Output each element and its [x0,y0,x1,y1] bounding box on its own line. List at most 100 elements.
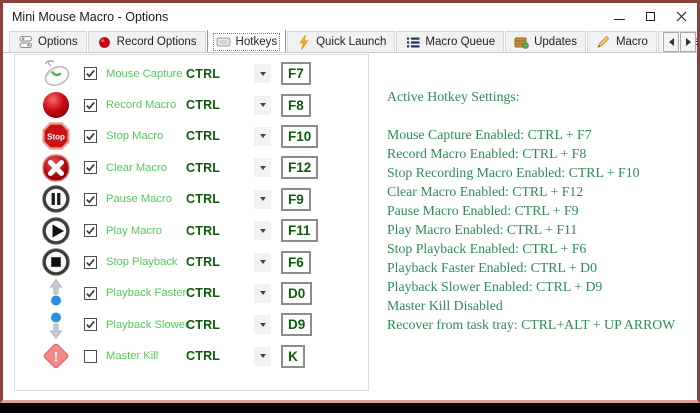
tab-options[interactable]: Options [9,31,87,52]
hotkey-row-play-macro: Play MacroCTRLF11 [15,215,368,246]
hotkey-key-field[interactable]: F6 [281,251,311,274]
record-macro-icon [28,90,84,120]
clear-macro-checkbox[interactable] [84,161,97,174]
modifier-value: CTRL [186,129,254,143]
record-macro-checkbox[interactable] [84,99,97,112]
tab-label: Macro Queue [425,36,495,48]
modifier-value: CTRL [186,318,254,332]
tab-inner: Updates [512,34,579,50]
svg-text:Stop: Stop [47,133,65,142]
hotkey-row-playback-faster: Playback FasterCTRLD0 [15,278,368,309]
summary-lines: Mouse Capture Enabled: CTRL + F7Record M… [387,125,687,334]
tab-scroll-buttons [662,32,696,52]
modifier-dropdown[interactable] [254,221,271,240]
options-icon [18,35,33,49]
tab-macro[interactable]: Macro [587,31,657,52]
tab-inner: Hotkeys [214,34,280,50]
window-controls [604,3,697,30]
hotkey-row-stop-macro: Stop Stop MacroCTRL F10 [15,121,368,152]
maximize-button[interactable] [635,3,666,30]
hotkey-label: Stop Playback [106,256,186,268]
hotkey-row-pause-macro: Pause MacroCTRLF9 [15,184,368,215]
modifier-dropdown[interactable] [254,127,271,146]
list-icon [405,35,420,49]
tab-label: Macro [616,36,648,48]
play-macro-checkbox[interactable] [84,224,97,237]
tab-label: Options [38,36,78,48]
scroll-left-button[interactable] [663,32,679,52]
modifier-dropdown[interactable] [254,315,271,334]
tab-inner: Record Options [95,34,199,50]
check-icon [85,162,96,173]
modifier-value: CTRL [186,349,254,363]
tab-hotkeys[interactable]: Hotkeys [207,30,287,53]
dropdown-arrow-icon [260,229,266,233]
summary-line: Recover from task tray: CTRL+ALT + UP AR… [387,315,687,334]
modifier-value: CTRL [186,67,254,81]
dropdown-arrow-icon [260,72,266,76]
tab-label: Quick Launch [316,36,386,48]
dropdown-arrow-icon [260,291,266,295]
hotkey-key-field[interactable]: F9 [281,188,311,211]
hotkey-key-field[interactable]: F8 [281,94,311,117]
stop-macro-checkbox[interactable] [84,130,97,143]
modifier-value: CTRL [186,224,254,238]
check-icon [85,288,96,299]
hotkey-row-mouse-capture: Mouse CaptureCTRL F7 [15,58,368,89]
check-icon [85,131,96,142]
summary-line: Pause Macro Enabled: CTRL + F9 [387,201,687,220]
tab-quick-launch[interactable]: Quick Launch [287,31,395,52]
check-icon [85,225,96,236]
modifier-dropdown[interactable] [254,190,271,209]
modifier-dropdown[interactable] [254,347,271,366]
close-icon [676,11,687,22]
master-kill-checkbox[interactable] [84,350,97,363]
hotkey-label: Pause Macro [106,193,186,205]
playback-faster-checkbox[interactable] [84,287,97,300]
hotkey-key-field[interactable]: D9 [281,313,312,336]
summary-line: Stop Recording Macro Enabled: CTRL + F10 [387,163,687,182]
summary-line: Playback Slower Enabled: CTRL + D9 [387,277,687,296]
modifier-dropdown[interactable] [254,96,271,115]
dropdown-arrow-icon [260,354,266,358]
hotkey-key-field[interactable]: F10 [281,125,318,148]
hotkey-key-field[interactable]: F12 [281,156,318,179]
minimize-button[interactable] [604,3,635,30]
dropdown-arrow-icon [260,166,266,170]
tab-macro-queue[interactable]: Macro Queue [396,31,504,52]
tab-inner: Options [16,34,80,50]
hotkey-label: Mouse Capture [106,68,186,80]
stop-playback-checkbox[interactable] [84,256,97,269]
playback-slower-checkbox[interactable] [84,318,97,331]
scroll-right-button[interactable] [680,32,696,52]
hotkey-key-field[interactable]: D0 [281,282,312,305]
hotkey-label: Stop Macro [106,130,186,142]
tab-updates[interactable]: Updates [505,31,586,52]
arrow-left-icon [669,38,674,46]
mouse-capture-checkbox[interactable] [84,67,97,80]
hotkey-key-field[interactable]: F11 [281,219,318,242]
modifier-value: CTRL [186,161,254,175]
pause-macro-checkbox[interactable] [84,193,97,206]
summary-line: Mouse Capture Enabled: CTRL + F7 [387,125,687,144]
hotkey-label: Playback Slower [106,319,186,331]
modifier-dropdown[interactable] [254,64,271,83]
hotkey-key-field[interactable]: K [281,345,305,368]
modifier-dropdown[interactable] [254,284,271,303]
tab-record-options[interactable]: Record Options [88,31,206,52]
summary-line: Clear Macro Enabled: CTRL + F12 [387,182,687,201]
hotkey-key-field[interactable]: F7 [281,62,311,85]
keyboard-key-icon [216,35,231,49]
check-icon [85,257,96,268]
pencil-icon [596,35,611,49]
master-kill-icon: ! [28,341,84,371]
minimize-icon [614,19,625,20]
modifier-dropdown[interactable] [254,253,271,272]
package-icon [514,35,529,49]
svg-text:!: ! [54,350,59,366]
summary-line: Master Kill Disabled [387,296,687,315]
modifier-dropdown[interactable] [254,158,271,177]
check-icon [85,100,96,111]
close-button[interactable] [666,3,697,30]
tab-inner: Quick Launch [294,34,388,50]
